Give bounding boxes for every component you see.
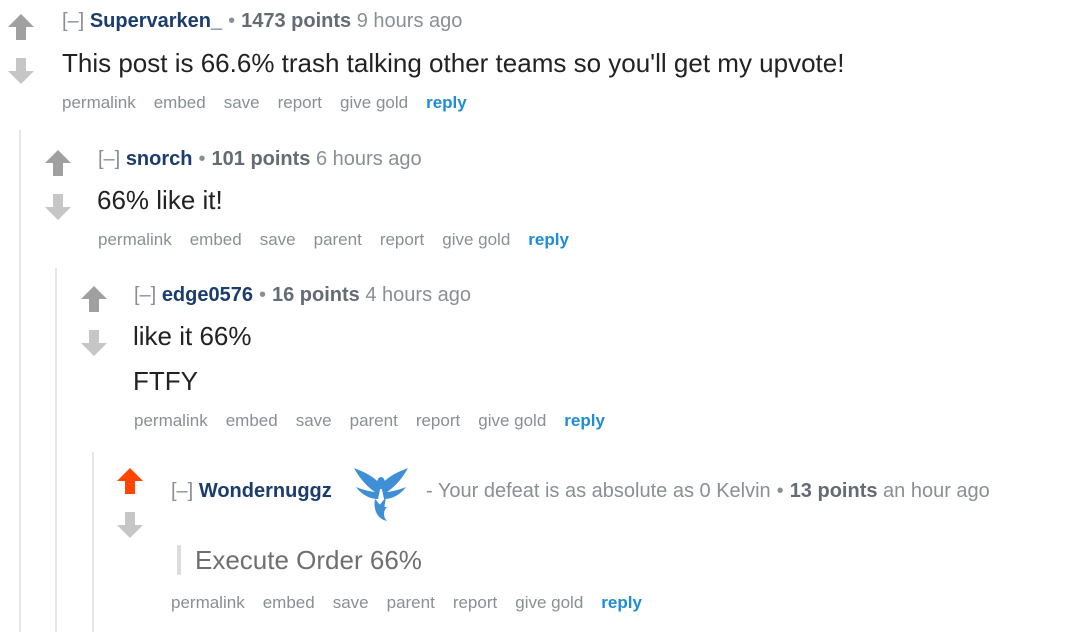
reply-button[interactable]: reply bbox=[426, 93, 467, 112]
save-button[interactable]: save bbox=[333, 593, 369, 612]
give-gold-button[interactable]: give gold bbox=[340, 93, 408, 112]
author-link[interactable]: edge0576 bbox=[162, 284, 253, 306]
separator-dot: • bbox=[198, 148, 206, 170]
comment-actions: permalink embed save report give gold reply bbox=[62, 93, 485, 113]
comment-actions: permalink embed save parent report give gold r… bbox=[134, 411, 623, 431]
upvote-arrow-icon[interactable] bbox=[79, 284, 109, 314]
reply-button[interactable]: reply bbox=[601, 593, 642, 612]
report-button[interactable]: report bbox=[278, 93, 322, 112]
comment-body: This post is 66.6% trash talking other t… bbox=[62, 48, 844, 78]
save-button[interactable]: save bbox=[296, 411, 332, 430]
save-button[interactable]: save bbox=[260, 230, 296, 249]
comment-tagline: [–] Wondernuggz bbox=[171, 479, 332, 503]
reply-button[interactable]: reply bbox=[528, 230, 569, 249]
team-mystic-bird-icon bbox=[354, 468, 408, 521]
thread-line bbox=[92, 452, 94, 632]
blockquote: Execute Order 66% bbox=[177, 545, 422, 575]
downvote-arrow-icon[interactable] bbox=[115, 510, 145, 540]
permalink-button[interactable]: permalink bbox=[171, 593, 245, 612]
give-gold-button[interactable]: give gold bbox=[478, 411, 546, 430]
comment-tagline: [–] snorch • 101 points 6 hours ago bbox=[98, 147, 422, 171]
comment-body: 66% like it! bbox=[97, 185, 223, 215]
comment-text: 66% like it! bbox=[97, 185, 223, 215]
comment-body: Execute Order 66% bbox=[177, 545, 422, 575]
timestamp: 6 hours ago bbox=[316, 148, 422, 170]
permalink-button[interactable]: permalink bbox=[98, 230, 172, 249]
comment-text: This post is 66.6% trash talking other t… bbox=[62, 48, 845, 78]
comment-body: like it 66% FTFY bbox=[133, 321, 252, 396]
author-link[interactable]: Supervarken_ bbox=[90, 10, 222, 32]
parent-button[interactable]: parent bbox=[314, 230, 362, 249]
comment-text: like it 66% bbox=[133, 321, 252, 351]
collapse-toggle[interactable]: [–] bbox=[98, 148, 120, 170]
embed-button[interactable]: embed bbox=[226, 411, 278, 430]
comment-tagline: [–] edge0576 • 16 points 4 hours ago bbox=[134, 283, 471, 307]
embed-button[interactable]: embed bbox=[154, 93, 206, 112]
report-button[interactable]: report bbox=[380, 230, 424, 249]
upvote-arrow-icon[interactable] bbox=[43, 148, 73, 178]
comment-actions: permalink embed save parent report give gold r… bbox=[171, 593, 660, 613]
report-button[interactable]: report bbox=[453, 593, 497, 612]
collapse-toggle[interactable]: [–] bbox=[62, 10, 84, 32]
parent-button[interactable]: parent bbox=[387, 593, 435, 612]
comment-actions: permalink embed save parent report give gold r… bbox=[98, 230, 587, 250]
score: 101 points bbox=[211, 148, 311, 170]
comment-tagline: [–] Supervarken_ • 1473 points 9 hours ago bbox=[62, 9, 462, 33]
permalink-button[interactable]: permalink bbox=[134, 411, 208, 430]
thread-line bbox=[55, 268, 57, 632]
parent-button[interactable]: parent bbox=[350, 411, 398, 430]
reply-button[interactable]: reply bbox=[564, 411, 605, 430]
score: 16 points bbox=[272, 284, 360, 306]
user-flair-text: - Your defeat is as absolute as 0 Kelvin bbox=[426, 480, 771, 502]
embed-button[interactable]: embed bbox=[190, 230, 242, 249]
embed-button[interactable]: embed bbox=[263, 593, 315, 612]
author-link[interactable]: snorch bbox=[126, 148, 193, 170]
separator-dot: • bbox=[776, 480, 784, 502]
collapse-toggle[interactable]: [–] bbox=[134, 284, 156, 306]
downvote-arrow-icon[interactable] bbox=[43, 192, 73, 222]
separator-dot: • bbox=[228, 10, 236, 32]
collapse-toggle[interactable]: [–] bbox=[171, 480, 193, 502]
report-button[interactable]: report bbox=[416, 411, 460, 430]
save-button[interactable]: save bbox=[224, 93, 260, 112]
upvote-arrow-icon[interactable] bbox=[6, 12, 36, 42]
comment-tagline-meta: - Your defeat is as absolute as 0 Kelvin… bbox=[426, 479, 990, 503]
comment-text: FTFY bbox=[133, 366, 198, 396]
give-gold-button[interactable]: give gold bbox=[442, 230, 510, 249]
timestamp: 9 hours ago bbox=[356, 10, 463, 32]
upvote-arrow-icon[interactable] bbox=[115, 466, 145, 496]
author-link[interactable]: Wondernuggz bbox=[199, 480, 332, 502]
thread-line bbox=[19, 130, 21, 632]
permalink-button[interactable]: permalink bbox=[62, 93, 136, 112]
separator-dot: • bbox=[258, 284, 266, 306]
downvote-arrow-icon[interactable] bbox=[79, 328, 109, 358]
timestamp: 4 hours ago bbox=[365, 284, 471, 306]
score: 13 points bbox=[789, 480, 878, 502]
give-gold-button[interactable]: give gold bbox=[515, 593, 583, 612]
score: 1473 points bbox=[241, 10, 352, 32]
downvote-arrow-icon[interactable] bbox=[6, 56, 36, 86]
timestamp: an hour ago bbox=[883, 480, 990, 502]
